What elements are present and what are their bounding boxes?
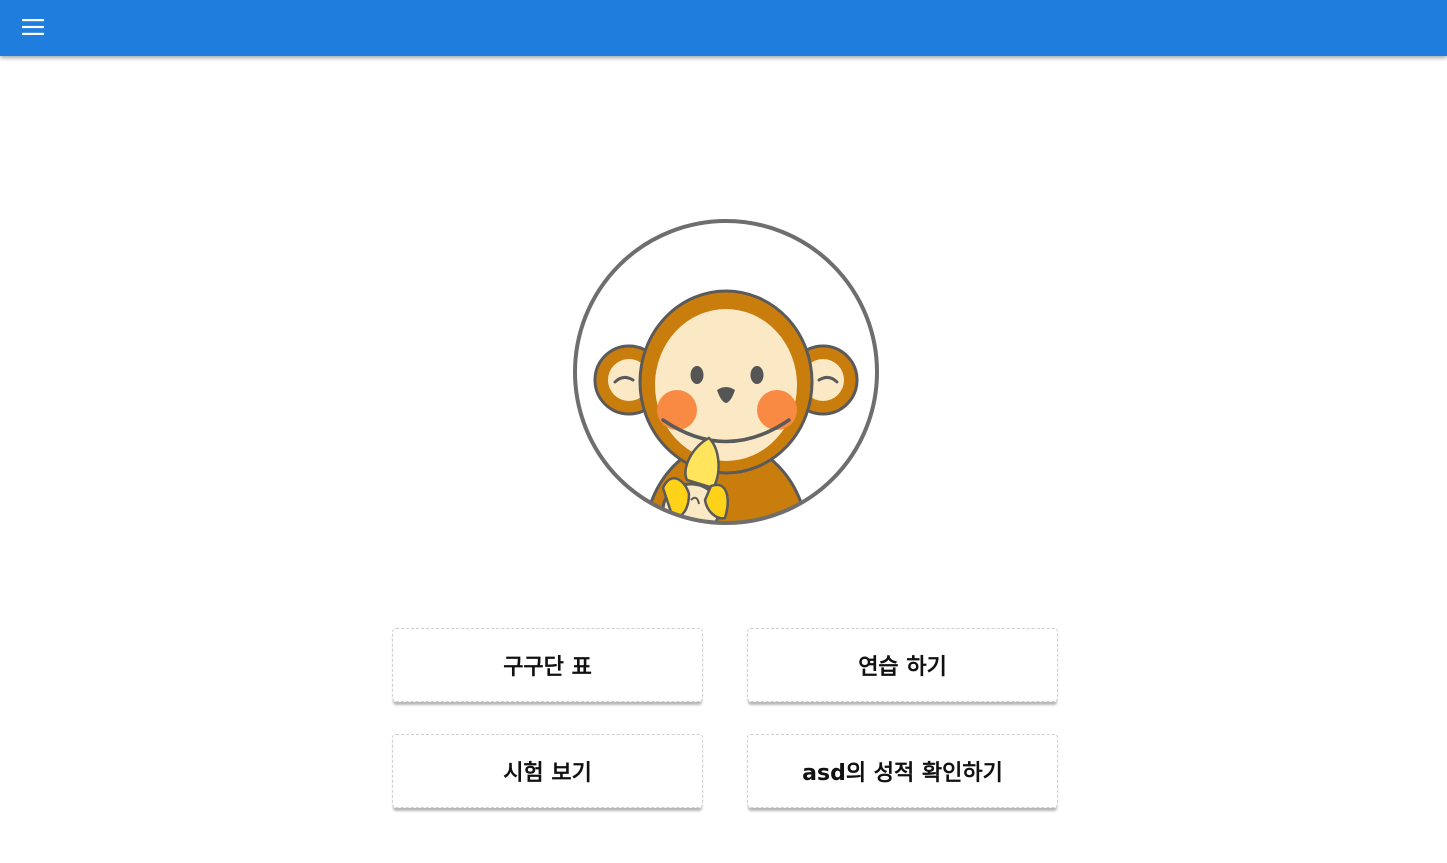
menu-button[interactable] <box>14 8 52 46</box>
multiplication-table-button[interactable]: 구구단 표 <box>392 628 703 702</box>
take-test-button[interactable]: 시험 보기 <box>392 734 703 808</box>
hamburger-menu-icon <box>22 19 44 35</box>
practice-button[interactable]: 연습 하기 <box>747 628 1058 702</box>
monkey-avatar <box>573 219 879 525</box>
app-bar <box>0 0 1447 56</box>
check-grades-button[interactable]: asd의 성적 확인하기 <box>747 734 1058 808</box>
